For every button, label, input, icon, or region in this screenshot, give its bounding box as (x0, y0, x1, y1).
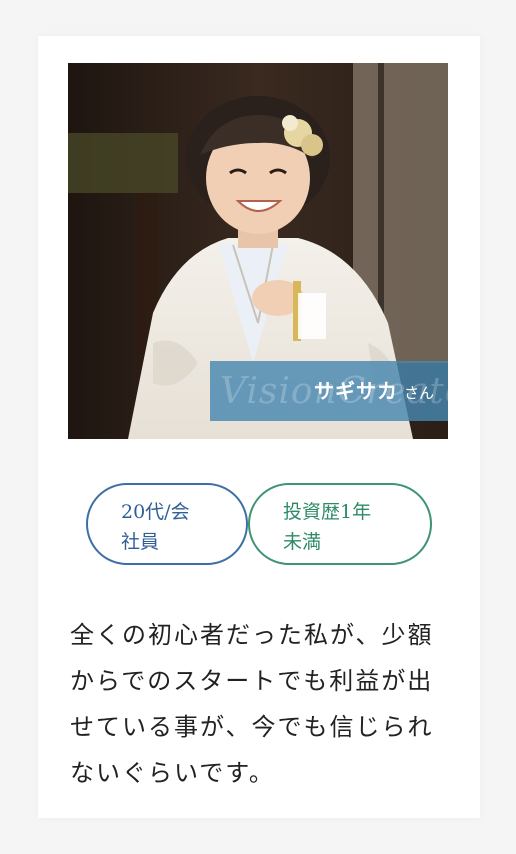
testimonial-quote: 全くの初心者だった私が、少額からでのスタートでも利益が出せている事が、今でも信じ… (70, 621, 434, 787)
tag-age-line1: 20代/会 (121, 501, 190, 523)
person-name: サギサカ さん (314, 375, 434, 404)
tag-exp-line2: 未満 (283, 531, 322, 553)
person-name-main: サギサカ (313, 379, 398, 403)
name-banner: VisionCreator サギサカさん (210, 361, 448, 421)
profile-photo: VisionCreator サギサカさん (68, 63, 448, 439)
person-name-honorific: さん (403, 384, 434, 402)
testimonial-card: VisionCreator サギサカさん 20代/会 社員 投資歴1年 未満 全… (38, 36, 480, 818)
tag-age-line2: 社員 (121, 531, 160, 553)
tag-age-occupation: 20代/会 社員 (86, 483, 248, 565)
tag-exp-line1: 投資歴1年 (283, 501, 372, 523)
tag-investment-experience: 投資歴1年 未満 (248, 483, 432, 565)
